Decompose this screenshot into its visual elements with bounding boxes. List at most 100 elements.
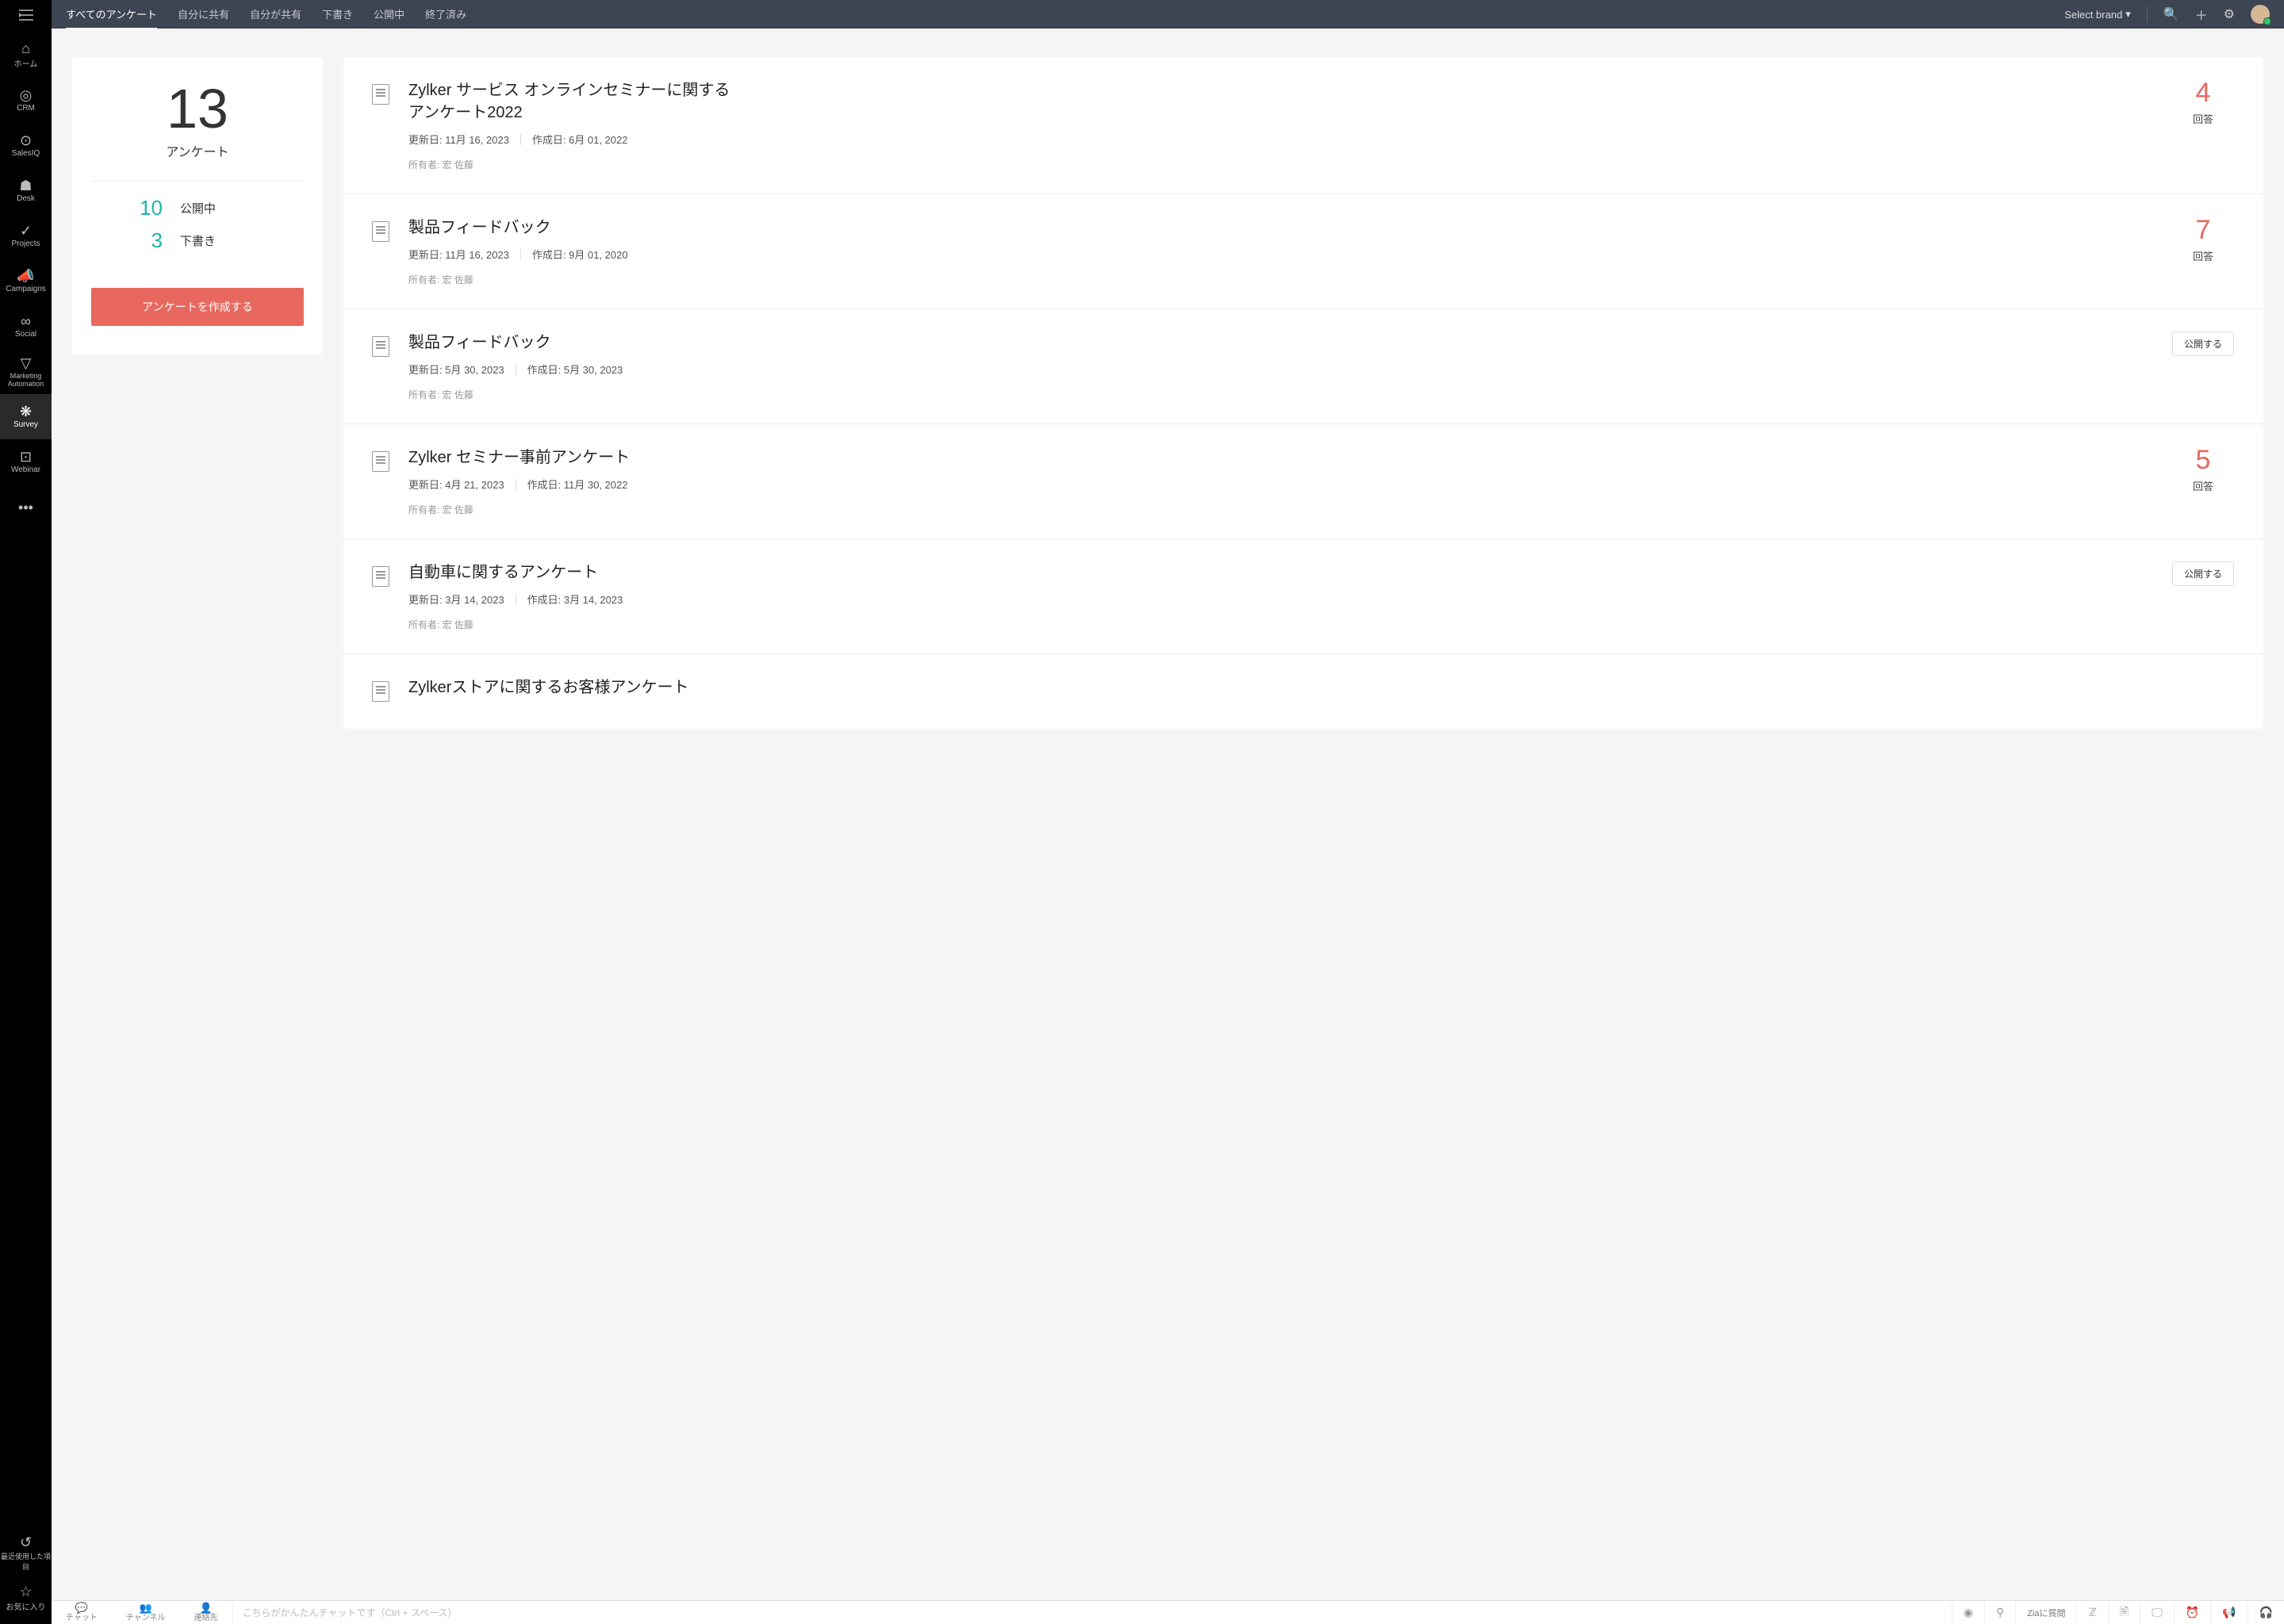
bb-plug-icon[interactable]: ⚲ [1984, 1601, 2015, 1624]
projects-icon: ✓ [20, 224, 32, 238]
updated-date: 更新日: 11月 16, 2023 [408, 132, 509, 147]
survey-owner: 所有者: 宏 佐藤 [408, 158, 2152, 171]
total-surveys-count: 13 [91, 81, 304, 136]
bb-alarm-icon[interactable]: ⏰ [2174, 1601, 2210, 1624]
sidebar-collapse-icon[interactable] [19, 0, 33, 33]
sidebar-item-campaigns[interactable]: 📣Campaigns [0, 259, 52, 304]
survey-row: Zylker セミナー事前アンケート更新日: 4月 21, 2023作成日: 1… [343, 424, 2263, 539]
home-icon: ⌂ [21, 41, 30, 56]
create-survey-button[interactable]: アンケートを作成する [91, 288, 304, 326]
survey-row: 製品フィードバック更新日: 5月 30, 2023 作成日: 5月 30, 202… [343, 309, 2263, 424]
chat-icon: 💬 [75, 1603, 88, 1614]
tab-published[interactable]: 公開中 [374, 0, 404, 29]
document-icon [372, 84, 389, 105]
webinar-icon: ⊡ [20, 450, 32, 464]
survey-icon: ❋ [20, 404, 32, 419]
survey-title[interactable]: 製品フィードバック [408, 331, 742, 354]
summary-card: 13 アンケート 10 公開中 3 下書き アンケートを作成する [72, 57, 323, 354]
updated-date: 更新日: 11月 16, 2023 [408, 247, 509, 262]
survey-list: Zylker サービス オンラインセミナーに関するアンケート2022 更新日: 1… [343, 57, 2263, 729]
publish-button[interactable]: 公開する [2172, 561, 2234, 586]
updated-date: 更新日: 5月 30, 2023 [408, 362, 504, 377]
survey-row: Zylker サービス オンラインセミナーに関するアンケート2022 更新日: 1… [343, 57, 2263, 194]
created-date: 作成日: 11月 30, 2022 [527, 477, 628, 492]
document-icon [372, 566, 389, 587]
tab-shared-by-me[interactable]: 自分が共有 [250, 0, 301, 29]
crm-icon: ◎ [20, 88, 33, 102]
sidebar-item-projects[interactable]: ✓Projects [0, 213, 52, 259]
sidebar-item-crm[interactable]: ◎CRM [0, 78, 52, 123]
survey-row: 製品フィードバック更新日: 11月 16, 2023 作成日: 9月 01, 20… [343, 194, 2263, 309]
survey-owner: 所有者: 宏 佐藤 [408, 273, 2152, 286]
survey-title[interactable]: Zylker セミナー事前アンケート [408, 446, 742, 469]
publish-button[interactable]: 公開する [2172, 331, 2234, 356]
survey-title[interactable]: 自動車に関するアンケート [408, 561, 742, 584]
created-date: 作成日: 6月 01, 2022 [532, 132, 628, 147]
content-area: 13 アンケート 10 公開中 3 下書き アンケートを作成する Zylker … [52, 29, 2284, 1624]
sidebar-item-webinar[interactable]: ⊡Webinar [0, 439, 52, 485]
survey-title[interactable]: 製品フィードバック [408, 216, 742, 239]
document-icon [372, 221, 389, 242]
sidebar-item-desk[interactable]: ☗Desk [0, 168, 52, 213]
survey-owner: 所有者: 宏 佐藤 [408, 388, 2152, 401]
stat-published: 10 公開中 [91, 196, 304, 220]
tab-all-surveys[interactable]: すべてのアンケート [66, 0, 157, 29]
bb-headset-icon[interactable]: 🎧 [2248, 1601, 2284, 1624]
bb-announce-icon[interactable]: 📢 [2210, 1601, 2247, 1624]
add-icon[interactable]: ＋ [2195, 5, 2208, 24]
topbar: すべてのアンケート 自分に共有 自分が共有 下書き 公開中 終了済み Selec… [52, 0, 2284, 29]
desk-icon: ☗ [19, 178, 32, 193]
response-label: 回答 [2193, 111, 2213, 126]
total-surveys-label: アンケート [91, 141, 304, 160]
sidebar-item-survey[interactable]: ❋Survey [0, 394, 52, 439]
response-count: 4 [2196, 79, 2211, 106]
star-icon: ☆ [19, 1584, 32, 1599]
tab-closed[interactable]: 終了済み [425, 0, 466, 29]
bb-note-icon[interactable]: 🗎 [2108, 1601, 2140, 1624]
tab-shared-with-me[interactable]: 自分に共有 [178, 0, 229, 29]
more-icon: ••• [18, 500, 33, 515]
sidebar-item-marketing[interactable]: ▽Marketing Automation [0, 349, 52, 394]
social-icon: ∞ [21, 314, 31, 328]
sidebar-item-favorite[interactable]: ☆お気に入り [0, 1576, 52, 1621]
bottombar: 💬チャット 👥チャンネル 👤連絡先 こちらがかんたんチャットです（Ctrl + … [52, 1600, 2284, 1624]
channel-icon: 👥 [140, 1603, 152, 1614]
tab-drafts[interactable]: 下書き [322, 0, 353, 29]
brand-selector[interactable]: Select brand▾ [2064, 8, 2131, 21]
updated-date: 更新日: 3月 14, 2023 [408, 592, 504, 607]
user-avatar[interactable] [2251, 5, 2270, 24]
sidebar-item-home[interactable]: ⌂ホーム [0, 33, 52, 78]
campaigns-icon: 📣 [17, 269, 34, 283]
marketing-icon: ▽ [21, 356, 32, 370]
recent-icon: ↺ [20, 1535, 32, 1549]
contacts-icon: 👤 [200, 1603, 213, 1614]
quick-chat-input[interactable]: こちらがかんたんチャットです（Ctrl + スペース） [232, 1601, 1952, 1624]
bb-zia-icon[interactable]: ℤ [2076, 1601, 2107, 1624]
response-label: 回答 [2193, 478, 2213, 493]
bottombar-channel[interactable]: 👥チャンネル [112, 1603, 180, 1622]
bottombar-chat[interactable]: 💬チャット [52, 1603, 112, 1622]
stat-draft: 3 下書き [91, 228, 304, 253]
chevron-down-icon: ▾ [2125, 8, 2131, 21]
settings-icon[interactable]: ⚙ [2224, 6, 2235, 22]
bb-zia-button[interactable]: Ziaに質問 [2015, 1601, 2076, 1624]
sidebar-item-recent[interactable]: ↺最近使用した項目 [0, 1530, 52, 1576]
sidebar-item-salesiq[interactable]: ⊙SalesIQ [0, 123, 52, 168]
topbar-tabs: すべてのアンケート 自分に共有 自分が共有 下書き 公開中 終了済み [66, 0, 466, 29]
created-date: 作成日: 9月 01, 2020 [532, 247, 628, 262]
sidebar-item-more[interactable]: ••• [0, 485, 52, 530]
sidebar-item-social[interactable]: ∞Social [0, 304, 52, 349]
response-count: 5 [2196, 446, 2211, 473]
search-icon[interactable]: 🔍 [2163, 6, 2179, 22]
bb-screen-icon[interactable]: 🖵 [2140, 1601, 2174, 1624]
response-label: 回答 [2193, 248, 2213, 263]
survey-title[interactable]: Zylkerストアに関するお客様アンケート [408, 676, 742, 699]
document-icon [372, 451, 389, 472]
document-icon [372, 681, 389, 702]
bb-target-icon[interactable]: ◉ [1952, 1601, 1984, 1624]
bottombar-contacts[interactable]: 👤連絡先 [180, 1603, 232, 1622]
survey-owner: 所有者: 宏 佐藤 [408, 618, 2152, 631]
survey-title[interactable]: Zylker サービス オンラインセミナーに関するアンケート2022 [408, 79, 742, 124]
response-count: 7 [2196, 216, 2211, 243]
created-date: 作成日: 5月 30, 2023 [527, 362, 623, 377]
